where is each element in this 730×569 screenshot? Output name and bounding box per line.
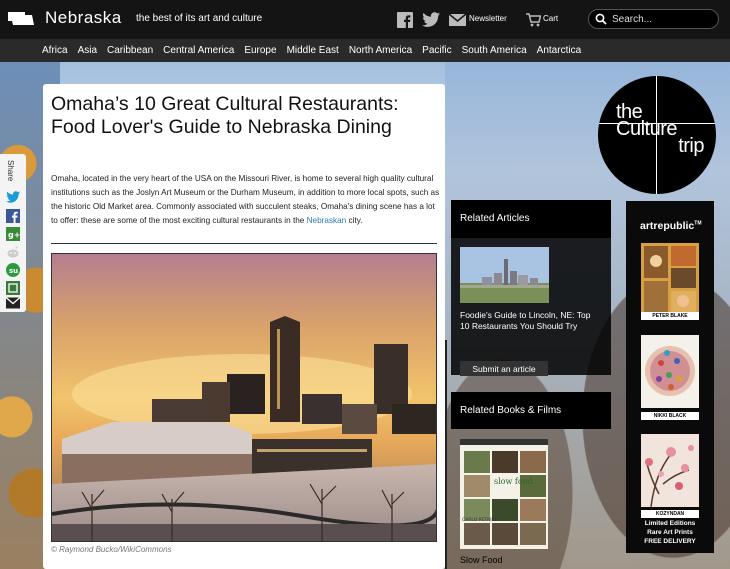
intro-text-end: city.: [346, 216, 363, 225]
divider: [51, 243, 437, 244]
top-header: Nebraska the best of its art and culture…: [0, 0, 730, 39]
nebraska-state-icon[interactable]: [8, 12, 34, 26]
ad-brand-tm: TM: [694, 220, 702, 227]
google-plus-share-icon[interactable]: g+: [6, 227, 20, 241]
stumbleupon-share-icon[interactable]: su: [6, 263, 20, 277]
logo-wordmark: the Culture trip: [616, 102, 716, 157]
site-title[interactable]: Nebraska: [45, 8, 122, 28]
twitter-icon[interactable]: [422, 12, 440, 28]
share-sidebar: Share g+ su: [0, 154, 26, 312]
related-articles-header: Related Articles: [451, 200, 611, 238]
nav-item-africa[interactable]: Africa: [42, 45, 68, 56]
related-articles-panel: Related Articles Foodie's Guide to Linco…: [451, 200, 611, 376]
search-input[interactable]: [612, 13, 712, 25]
ad-artwork-2: [641, 335, 699, 408]
reddit-share-icon[interactable]: [6, 245, 20, 259]
book-title[interactable]: Slow Food: [460, 555, 503, 565]
article-card: Omaha’s 10 Great Cultural Restaurants: F…: [43, 84, 445, 569]
region-nav: Africa Asia Caribbean Central America Eu…: [0, 39, 730, 62]
facebook-icon[interactable]: [397, 12, 413, 28]
article-intro: Omaha, located in the very heart of the …: [51, 172, 441, 228]
nav-item-north-america[interactable]: North America: [349, 45, 412, 56]
ad-artist-1: PETER BLAKE: [641, 312, 699, 320]
svg-text:su: su: [9, 267, 18, 275]
culture-trip-logo[interactable]: the Culture trip: [598, 76, 716, 194]
ad-footer-line-2: Rare Art Prints: [647, 529, 693, 536]
article-title: Omaha’s 10 Great Cultural Restaurants: F…: [51, 93, 399, 138]
email-share-icon[interactable]: [6, 296, 20, 310]
ad-footer-line-3: FREE DELIVERY: [644, 538, 696, 545]
twitter-share-icon[interactable]: [6, 190, 20, 204]
newsletter-link[interactable]: Newsletter: [469, 14, 507, 23]
article-photo: [51, 253, 437, 542]
share-label: Share: [6, 160, 15, 182]
nebraskan-link[interactable]: Nebraskan: [307, 216, 347, 225]
nav-item-south-america[interactable]: South America: [462, 45, 527, 56]
cart-icon[interactable]: [526, 12, 541, 27]
ad-artwork-3: [641, 434, 699, 507]
ad-footer: Limited Editions Rare Art Prints FREE DE…: [632, 519, 708, 546]
book-cover-title: slow food: [494, 477, 533, 486]
book-cover[interactable]: slow food CARLO PETRINI: [460, 439, 548, 549]
ad-footer-line-1: Limited Editions: [644, 520, 696, 527]
submit-article-button[interactable]: Submit an article: [460, 361, 548, 376]
svg-text:g+: g+: [8, 231, 20, 240]
nav-item-middle-east[interactable]: Middle East: [287, 45, 339, 56]
cart-link[interactable]: Cart: [543, 14, 558, 23]
nav-item-antarctica[interactable]: Antarctica: [537, 45, 581, 56]
search-box[interactable]: [588, 9, 719, 29]
ad-brand: artrepublic: [640, 220, 695, 232]
site-tagline: the best of its art and culture: [136, 13, 263, 24]
envelope-icon[interactable]: [449, 14, 466, 26]
search-icon: [595, 13, 607, 25]
ad-artist-3: KOZYNDAN: [641, 510, 699, 518]
nav-item-pacific[interactable]: Pacific: [422, 45, 451, 56]
nav-item-europe[interactable]: Europe: [244, 45, 276, 56]
related-articles-title: Related Articles: [460, 213, 530, 224]
intro-text: Omaha, located in the very heart of the …: [51, 174, 440, 225]
scrollbar[interactable]: [445, 340, 447, 569]
nav-item-asia[interactable]: Asia: [78, 45, 97, 56]
artrepublic-ad[interactable]: artrepublicTM PETER BLAKE NIKKI BLACK KO…: [626, 201, 714, 553]
related-books-title: Related Books & Films: [460, 405, 562, 416]
logo-line-3: trip: [678, 135, 704, 157]
facebook-share-icon[interactable]: [6, 209, 20, 223]
book-cover-author: CARLO PETRINI: [462, 517, 496, 523]
artrepublic-logo: artrepublicTM: [640, 220, 702, 232]
related-article-thumbnail[interactable]: [460, 247, 549, 303]
digg-share-icon[interactable]: [6, 281, 20, 295]
ad-artist-2: NIKKI BLACK: [641, 412, 699, 420]
ad-artwork-1: [641, 243, 699, 316]
nav-item-central-america[interactable]: Central America: [163, 45, 234, 56]
related-books-panel: Related Books & Films slow food CARLO PE…: [451, 392, 611, 569]
nav-item-caribbean[interactable]: Caribbean: [107, 45, 153, 56]
related-books-header: Related Books & Films: [451, 392, 611, 429]
photo-credit: © Raymond Bucko/WikiCommons: [51, 545, 172, 554]
related-article-link[interactable]: Foodie's Guide to Lincoln, NE: Top 10 Re…: [460, 310, 600, 332]
